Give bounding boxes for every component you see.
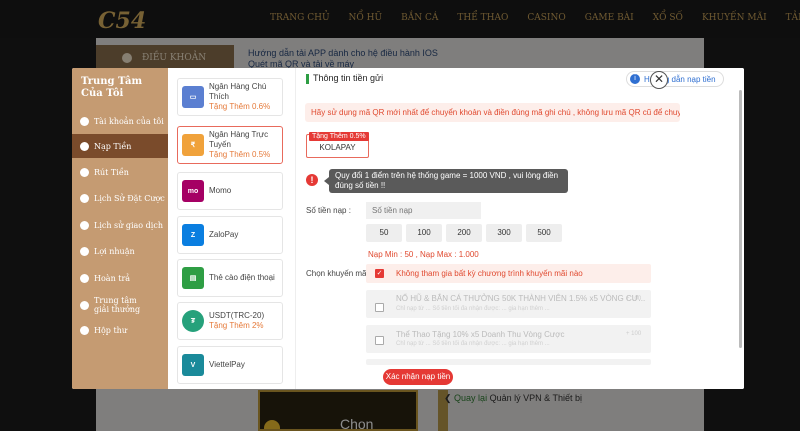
- sidebar-title: Trung Tâm Của Tôi: [81, 76, 143, 99]
- transactions-icon: [80, 220, 89, 230]
- sidebar-item-transactions[interactable]: Lịch sử giao dịch: [72, 213, 168, 237]
- method-bank-transfer[interactable]: ▭ Ngân Hàng Chú Thích Tặng Thêm 0.6%: [177, 78, 283, 116]
- promo-amount: + 100: [626, 331, 642, 337]
- sidebar-item-withdraw[interactable]: Rút Tiền: [72, 160, 168, 184]
- quick-amount-50[interactable]: 50: [366, 224, 402, 242]
- sidebar-item-profit[interactable]: Lợi nhuận: [72, 239, 168, 263]
- qr-warning-banner: Hãy sử dụng mã QR mới nhất để chuyển kho…: [305, 103, 680, 122]
- deposit-form: Thông tin tiền gửi i Hướng dẫn nạp tiền H…: [296, 68, 744, 389]
- sidebar-item-label: Lịch Sử Đặt Cược: [94, 193, 165, 203]
- promo-checkbox-none[interactable]: ✓: [375, 269, 384, 278]
- method-bonus: Tặng Thêm 0.5%: [209, 150, 271, 159]
- method-bonus: Tặng Thêm 2%: [209, 321, 264, 330]
- promo-option-more[interactable]: [366, 359, 651, 365]
- amount-input[interactable]: [366, 202, 481, 219]
- quick-amount-100[interactable]: 100: [406, 224, 442, 242]
- deposit-modal: Trung Tâm Của Tôi Tài khoản của tôi Nạp …: [72, 68, 744, 389]
- withdraw-icon: [80, 167, 89, 177]
- mail-icon: [80, 325, 89, 335]
- min-max-limits: Nạp Min : 50 , Nạp Max : 1.000: [368, 250, 479, 259]
- history-icon: [80, 193, 89, 203]
- section-title: Thông tin tiền gửi: [306, 73, 383, 84]
- phone-card-icon: ▤: [182, 267, 204, 289]
- momo-icon: mo: [182, 180, 204, 202]
- method-phone-card[interactable]: ▤ Thẻ cào điện thoại: [177, 259, 283, 297]
- sidebar-item-label: Lịch sử giao dịch: [94, 220, 163, 230]
- account-sidebar: Trung Tâm Của Tôi Tài khoản của tôi Nạp …: [72, 68, 168, 389]
- alert-icon: !: [306, 174, 318, 186]
- method-name: ZaloPay: [209, 230, 239, 239]
- scrollbar[interactable]: [739, 90, 742, 348]
- sidebar-item-bet-history[interactable]: Lịch Sử Đặt Cược: [72, 186, 168, 210]
- title-accent-bar: [306, 73, 309, 84]
- promo-label: Chọn khuyến mãi :: [306, 269, 373, 278]
- sidebar-item-label: Lợi nhuận: [94, 246, 135, 256]
- sidebar-item-deposit[interactable]: Nạp Tiền: [72, 134, 168, 158]
- quick-amount-300[interactable]: 300: [486, 224, 522, 242]
- method-usdt[interactable]: ₮ USDT(TRC-20) Tặng Thêm 2%: [177, 302, 283, 340]
- quick-amount-500[interactable]: 500: [526, 224, 562, 242]
- sidebar-item-rewards[interactable]: Trung tâm giải thưởng: [72, 291, 168, 319]
- method-zalopay[interactable]: Z ZaloPay: [177, 216, 283, 254]
- promo-checkbox-sports[interactable]: [375, 336, 384, 345]
- method-bonus: Tặng Thêm 0.6%: [209, 102, 271, 111]
- sidebar-item-label: Hoàn trả: [94, 273, 131, 283]
- promo-checkbox-slots[interactable]: [375, 303, 384, 312]
- gift-icon: [80, 300, 89, 310]
- sidebar-item-label: Trung tâm giải thưởng: [94, 296, 141, 314]
- profit-icon: [80, 246, 89, 256]
- tether-icon: ₮: [182, 310, 204, 332]
- promo-title: Thể Thao Tặng 10% x5 Doanh Thu Vòng Cược: [396, 330, 565, 339]
- method-momo[interactable]: mo Momo: [177, 172, 283, 210]
- quick-amount-200[interactable]: 200: [446, 224, 482, 242]
- method-name: ViettelPay: [209, 360, 245, 369]
- amount-label: Số tiền nạp :: [306, 206, 351, 215]
- method-viettelpay[interactable]: V ViettelPay: [177, 346, 283, 384]
- bank-card-icon: ▭: [182, 86, 204, 108]
- promo-subtext: Chỉ nạp từ ... Số tiền tối đa nhận được:…: [396, 306, 550, 312]
- close-icon[interactable]: ✕: [650, 71, 668, 89]
- user-icon: [80, 116, 89, 126]
- sidebar-item-rebate[interactable]: Hoàn trả: [72, 266, 168, 290]
- promo-title: Không tham gia bất kỳ chương trình khuyế…: [396, 269, 583, 278]
- sidebar-item-label: Rút Tiền: [94, 167, 129, 177]
- method-name: Ngân Hàng Trực Tuyến: [209, 130, 269, 149]
- sidebar-item-label: Tài khoản của tôi: [94, 116, 164, 126]
- method-name: Ngân Hàng Chú Thích: [209, 82, 267, 101]
- viettelpay-icon: V: [182, 354, 204, 376]
- channel-bonus-badge: Tặng Thêm 0.5%: [309, 132, 369, 141]
- deposit-icon: [80, 141, 89, 151]
- method-name: Momo: [209, 186, 232, 195]
- promo-subtext: Chỉ nạp từ ... Số tiền tối đa nhận được:…: [396, 341, 550, 347]
- sidebar-item-account[interactable]: Tài khoản của tôi: [72, 109, 168, 133]
- section-title-text: Thông tin tiền gửi: [313, 73, 384, 83]
- method-name: Thẻ cào điện thoại: [209, 273, 275, 282]
- promo-amount: + 100: [626, 296, 642, 302]
- deposit-guide-button[interactable]: i Hướng dẫn nạp tiền: [626, 71, 724, 87]
- info-icon: i: [630, 74, 640, 84]
- confirm-deposit-button[interactable]: Xác nhận nạp tiền: [383, 369, 453, 385]
- sidebar-item-inbox[interactable]: Hộp thư: [72, 318, 168, 342]
- conversion-tooltip: Quy đổi 1 điểm trên hệ thống game = 1000…: [324, 169, 568, 193]
- promo-title: NỔ HŨ & BẮN CÁ THƯỞNG 50K THÀNH VIÊN 1.5…: [396, 294, 646, 303]
- method-name: USDT(TRC-20): [209, 311, 265, 320]
- method-online-banking[interactable]: ₹ Ngân Hàng Trực Tuyến Tặng Thêm 0.5%: [177, 126, 283, 164]
- channel-name: KOLAPAY: [319, 143, 356, 152]
- sidebar-item-label: Nạp Tiền: [94, 141, 132, 151]
- rebate-icon: [80, 273, 89, 283]
- online-bank-icon: ₹: [182, 134, 204, 156]
- zalopay-icon: Z: [182, 224, 204, 246]
- sidebar-item-label: Hộp thư: [94, 325, 127, 335]
- payment-methods: ▭ Ngân Hàng Chú Thích Tặng Thêm 0.6% ₹ Ng…: [168, 68, 296, 389]
